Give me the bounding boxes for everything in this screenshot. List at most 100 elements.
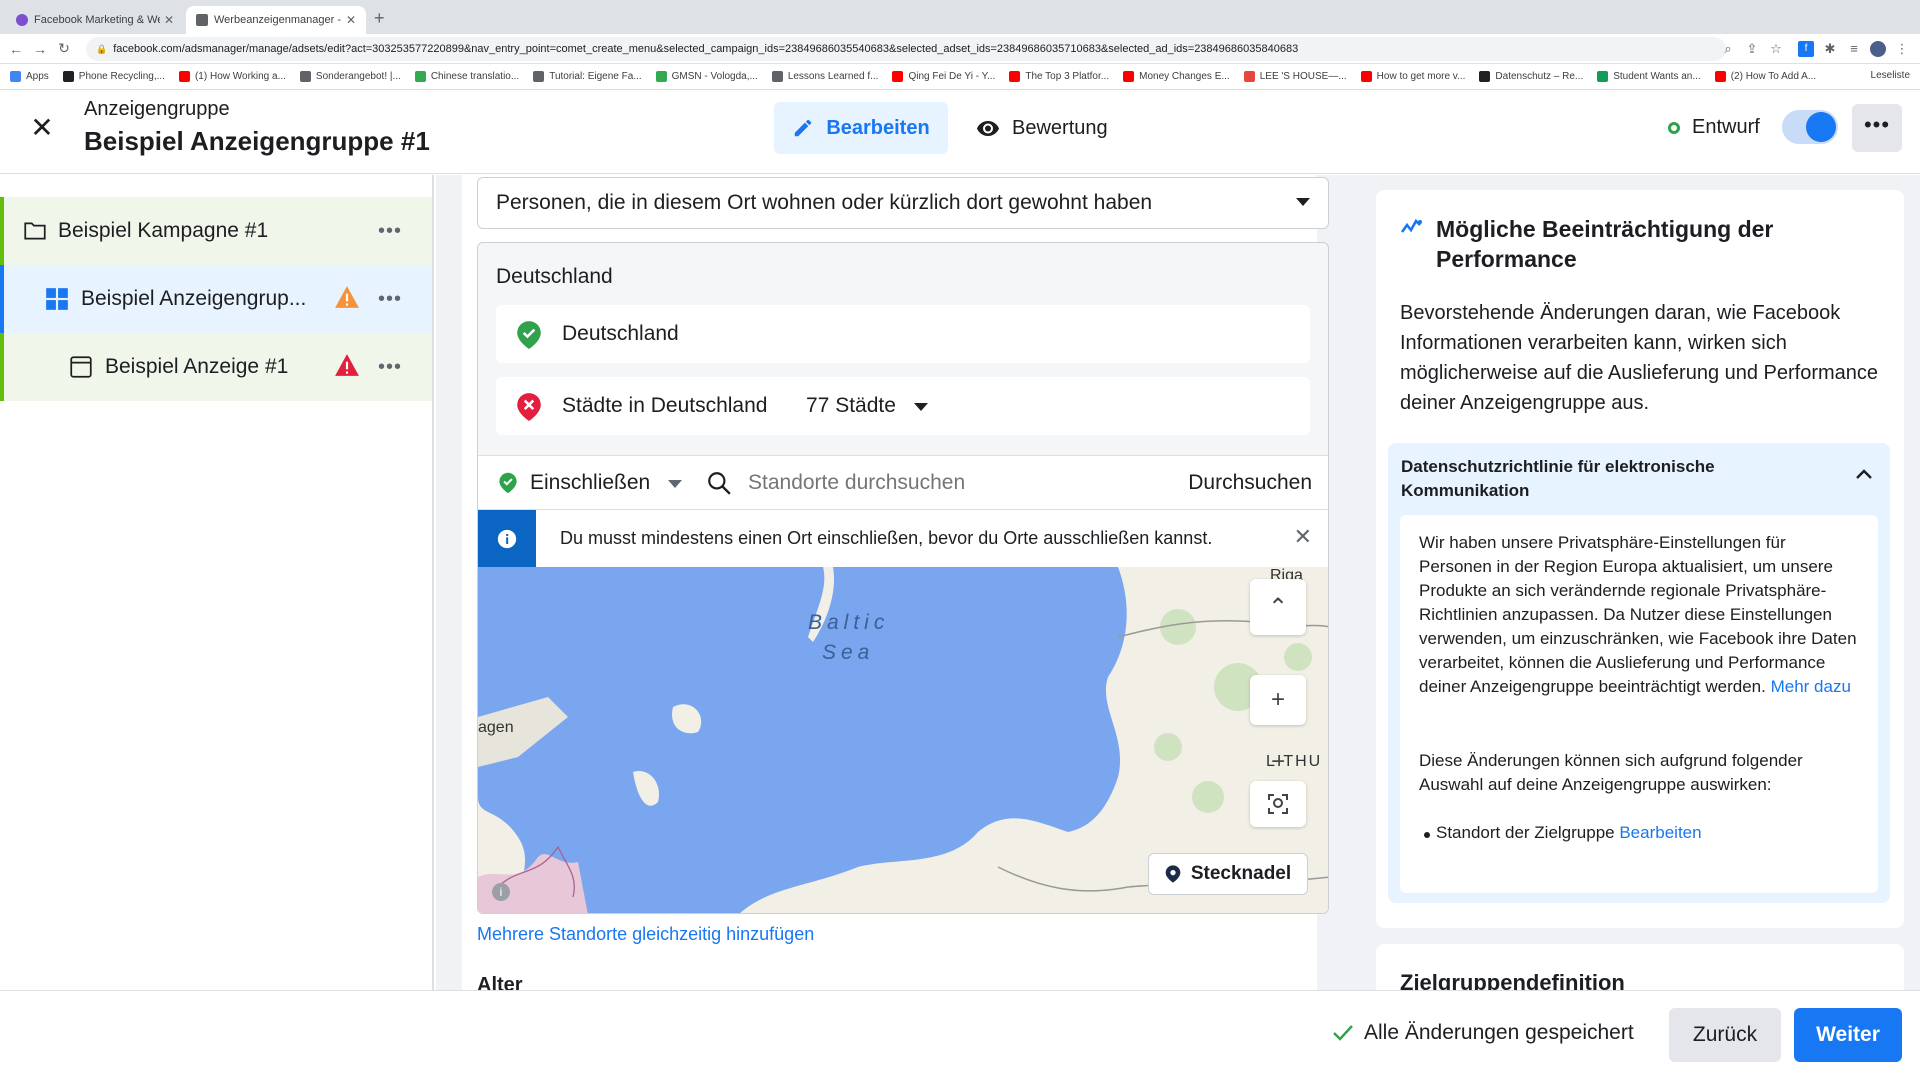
location-panel: Deutschland Deutschland Städte in Deutsc… (477, 242, 1329, 914)
learn-more-link[interactable]: Mehr dazu (1771, 677, 1851, 696)
trend-chart-icon (1400, 218, 1422, 233)
bookmark-item[interactable]: Money Changes E... (1123, 71, 1230, 82)
bookmark-item[interactable]: Sonderangebot! |... (299, 71, 401, 82)
ellipsis-icon[interactable]: ••• (378, 288, 402, 311)
included-pin-icon (517, 321, 541, 349)
tree-item-ad[interactable]: Beispiel Anzeige #1 ••• (0, 333, 432, 401)
include-dropdown[interactable]: Einschließen (530, 471, 650, 495)
excluded-count[interactable]: 77 Städte (806, 394, 896, 418)
accordion-text: Wir haben unsere Privatsphäre-Einstellun… (1419, 531, 1859, 699)
info-icon (497, 529, 517, 549)
accordion-title[interactable]: Datenschutzrichtlinie für elektronische … (1401, 455, 1821, 503)
caret-down-icon[interactable] (668, 480, 682, 488)
edit-location-link[interactable]: Bearbeiten (1619, 823, 1701, 842)
location-map[interactable]: Baltic Sea Riga agen LITHU ⌃ + − Steckna… (478, 567, 1328, 913)
next-button[interactable]: Weiter (1794, 1008, 1902, 1062)
checkmark-icon (1333, 1025, 1353, 1041)
bookmark-label: Qing Fei De Yi - Y... (908, 71, 996, 82)
excluded-pin-icon (517, 393, 541, 421)
close-icon[interactable]: ✕ (1294, 524, 1312, 550)
edit-button[interactable]: Bearbeiten (774, 102, 948, 154)
tree-item-adset[interactable]: Beispiel Anzeigengrup... ••• (0, 265, 432, 333)
excluded-location-row[interactable]: Städte in Deutschland 77 Städte (496, 377, 1310, 435)
browser-toolbar: ← → ↻ 🔒 facebook.com/adsmanager/manage/a… (0, 34, 1920, 64)
browser-tab-2[interactable]: Werbeanzeigenmanager - Wer ✕ (186, 6, 366, 34)
youtube-icon (1123, 71, 1135, 82)
plus-icon: + (1270, 686, 1285, 713)
bookmark-item[interactable]: How to get more v... (1360, 71, 1465, 82)
new-tab-icon[interactable]: + (374, 8, 385, 29)
close-icon[interactable]: ✕ (28, 114, 56, 142)
included-location-row[interactable]: Deutschland (496, 305, 1310, 363)
bookmark-item[interactable]: LEE 'S HOUSE—... (1243, 71, 1347, 82)
puzzle-icon[interactable]: ✱ (1822, 41, 1838, 57)
bookmark-label: GMSN - Vologda,... (671, 71, 758, 82)
menu-list-icon[interactable]: ≡ (1846, 41, 1862, 57)
tab-close-icon[interactable]: ✕ (164, 13, 174, 27)
youtube-icon (1714, 71, 1726, 82)
map-label-sea: Baltic (808, 611, 890, 634)
bookmark-item[interactable]: GMSN - Vologda,... (655, 71, 758, 82)
location-label: Städte in Deutschland (562, 394, 768, 417)
more-options-button[interactable]: ••• (1852, 104, 1902, 152)
forward-arrow-icon[interactable]: → (28, 41, 52, 57)
ellipsis-icon[interactable]: ••• (378, 356, 402, 379)
status-toggle[interactable] (1782, 110, 1838, 144)
review-button[interactable]: Bewertung (976, 102, 1108, 154)
map-collapse-button[interactable]: ⌃ (1250, 579, 1306, 635)
locate-button[interactable] (1250, 781, 1306, 827)
youtube-icon (892, 71, 904, 82)
location-label: Deutschland (562, 322, 679, 345)
bookmark-favicon-icon (299, 71, 311, 82)
bookmark-item[interactable]: Phone Recycling,... (62, 71, 165, 82)
bookmark-item[interactable]: Lessons Learned f... (771, 71, 878, 82)
bookmark-item[interactable]: Student Wants an... (1597, 71, 1701, 82)
kebab-menu-icon[interactable]: ⋮ (1894, 41, 1910, 57)
location-audience-dropdown[interactable]: Personen, die in diesem Ort wohnen oder … (477, 177, 1329, 229)
bookmark-item[interactable]: Apps (10, 71, 49, 82)
header-subtitle: Anzeigengruppe (84, 98, 230, 120)
caret-down-icon[interactable] (914, 403, 928, 411)
bookmark-label: Sonderangebot! |... (315, 71, 401, 82)
reading-list[interactable]: Leseliste (1871, 70, 1910, 81)
zoom-icon[interactable]: ⌕ (1720, 41, 1736, 57)
location-group-title: Deutschland (496, 265, 613, 288)
bookmark-item[interactable]: Chinese translatio... (414, 71, 519, 82)
bookmark-item[interactable]: The Top 3 Platfor... (1009, 71, 1109, 82)
add-multiple-locations-link[interactable]: Mehrere Standorte gleichzeitig hinzufüge… (477, 924, 814, 945)
tab-close-icon[interactable]: ✕ (346, 13, 356, 27)
save-status: Alle Änderungen gespeichert (1332, 1021, 1634, 1045)
map-info-icon[interactable]: i (492, 883, 510, 901)
facebook-extension-icon[interactable]: f (1798, 41, 1814, 57)
reload-icon[interactable]: ↻ (52, 40, 76, 57)
bookmark-item[interactable]: (2) How To Add A... (1714, 71, 1816, 82)
warning-red-icon (335, 354, 359, 376)
pencil-icon (795, 119, 812, 137)
bookmark-label: The Top 3 Platfor... (1025, 71, 1110, 82)
chevron-up-icon[interactable] (1855, 468, 1873, 480)
location-search-input[interactable] (748, 466, 1148, 500)
status-dot-icon (1668, 121, 1680, 134)
back-arrow-icon[interactable]: ← (4, 41, 28, 57)
zoom-out-button[interactable]: − (1250, 737, 1306, 787)
share-icon[interactable]: ⇪ (1744, 41, 1760, 57)
star-icon[interactable]: ☆ (1768, 41, 1784, 57)
bookmark-item[interactable]: Datenschutz – Re... (1479, 71, 1583, 82)
save-status-text: Alle Änderungen gespeichert (1364, 1021, 1634, 1044)
bookmark-favicon-icon (655, 71, 667, 82)
tab-title: Facebook Marketing & Werbea (34, 14, 160, 26)
bookmark-item[interactable]: (1) How Working a... (178, 71, 286, 82)
search-button[interactable]: Durchsuchen (1188, 471, 1312, 495)
url-bar[interactable]: 🔒 facebook.com/adsmanager/manage/adsets/… (86, 37, 1726, 61)
ellipsis-icon[interactable]: ••• (378, 220, 402, 243)
zoom-in-button[interactable]: + (1250, 675, 1306, 725)
back-button[interactable]: Zurück (1669, 1008, 1781, 1062)
browser-tab-1[interactable]: Facebook Marketing & Werbea ✕ (6, 6, 184, 34)
tree-item-campaign[interactable]: Beispiel Kampagne #1 ••• (0, 197, 432, 265)
eye-icon (977, 121, 999, 136)
bookmark-item[interactable]: Qing Fei De Yi - Y... (892, 71, 995, 82)
tree-item-label: Beispiel Anzeigengrup... (81, 287, 307, 310)
profile-avatar-icon[interactable] (1870, 41, 1886, 57)
drop-pin-button[interactable]: Stecknadel (1148, 853, 1308, 895)
bookmark-item[interactable]: Tutorial: Eigene Fa... (533, 71, 642, 82)
